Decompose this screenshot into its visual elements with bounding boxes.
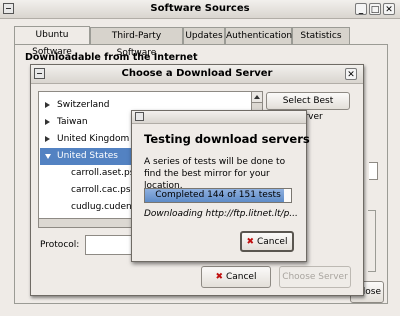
- dialog-menu-icon[interactable]: [135, 112, 144, 121]
- server-cancel-button[interactable]: ✖ Cancel: [201, 266, 271, 288]
- select-best-server-button[interactable]: Select Best Server: [266, 92, 350, 122]
- testing-cancel-button[interactable]: ✖ Cancel: [240, 231, 294, 252]
- main-window-title: Software Sources: [150, 3, 250, 14]
- minimize-icon[interactable]: _: [355, 3, 367, 15]
- tab-bar: Ubuntu Software Third-Party Software Upd…: [14, 26, 394, 58]
- partial-combo-edge[interactable]: [369, 162, 378, 180]
- close-button-label: lose: [362, 287, 381, 297]
- choose-server-label: Choose Server: [282, 272, 348, 282]
- section-heading: Downloadable from the Internet: [25, 52, 198, 63]
- mirror-label: carroll.cac.psu.: [71, 185, 140, 195]
- scroll-up-arrow-icon[interactable]: [252, 92, 262, 103]
- testing-description: A series of tests will be done to find t…: [144, 157, 286, 191]
- tab-authentication[interactable]: Authentication: [225, 27, 292, 44]
- choose-server-button[interactable]: Choose Server: [279, 266, 351, 288]
- progress-bar: Completed 144 of 151 tests: [144, 188, 292, 203]
- partial-frame-edge: [368, 210, 376, 272]
- mirror-label: carroll.aset.psu: [71, 168, 141, 178]
- progress-text: Completed 144 of 151 tests: [155, 190, 281, 200]
- main-titlebar: Software Sources _ □ ✕: [0, 0, 400, 19]
- maximize-icon[interactable]: □: [369, 3, 381, 15]
- country-label: United States: [57, 151, 118, 161]
- country-label: Switzerland: [57, 100, 110, 110]
- expander-right-icon[interactable]: [45, 102, 50, 108]
- server-dialog-titlebar: Choose a Download Server ✕: [31, 65, 363, 84]
- tab-updates[interactable]: Updates: [183, 27, 225, 44]
- expander-right-icon[interactable]: [45, 119, 50, 125]
- country-label: Taiwan: [57, 117, 88, 127]
- testing-cancel-label: Cancel: [256, 237, 288, 247]
- tab-ubuntu-software[interactable]: Ubuntu Software: [14, 26, 90, 57]
- cancel-x-icon: ✖: [215, 272, 224, 282]
- tab-third-party-software[interactable]: Third-Party Software: [90, 27, 183, 58]
- testing-heading: Testing download servers: [144, 132, 310, 146]
- expander-right-icon[interactable]: [45, 136, 50, 142]
- server-dialog-title: Choose a Download Server: [121, 68, 273, 79]
- tab-statistics[interactable]: Statistics: [292, 27, 350, 44]
- expander-down-icon[interactable]: [45, 154, 51, 159]
- protocol-label: Protocol:: [40, 240, 80, 250]
- status-text: Downloading http://ftp.litnet.lt/p...: [144, 209, 298, 219]
- testing-dialog: Testing download servers A series of tes…: [131, 110, 310, 262]
- testing-dialog-titlebar: [132, 111, 306, 124]
- close-icon[interactable]: ✕: [383, 3, 395, 15]
- server-dialog-close-icon[interactable]: ✕: [345, 68, 357, 80]
- server-cancel-label: Cancel: [225, 272, 257, 282]
- cancel-x-icon: ✖: [246, 237, 255, 247]
- country-label: United Kingdom: [57, 134, 130, 144]
